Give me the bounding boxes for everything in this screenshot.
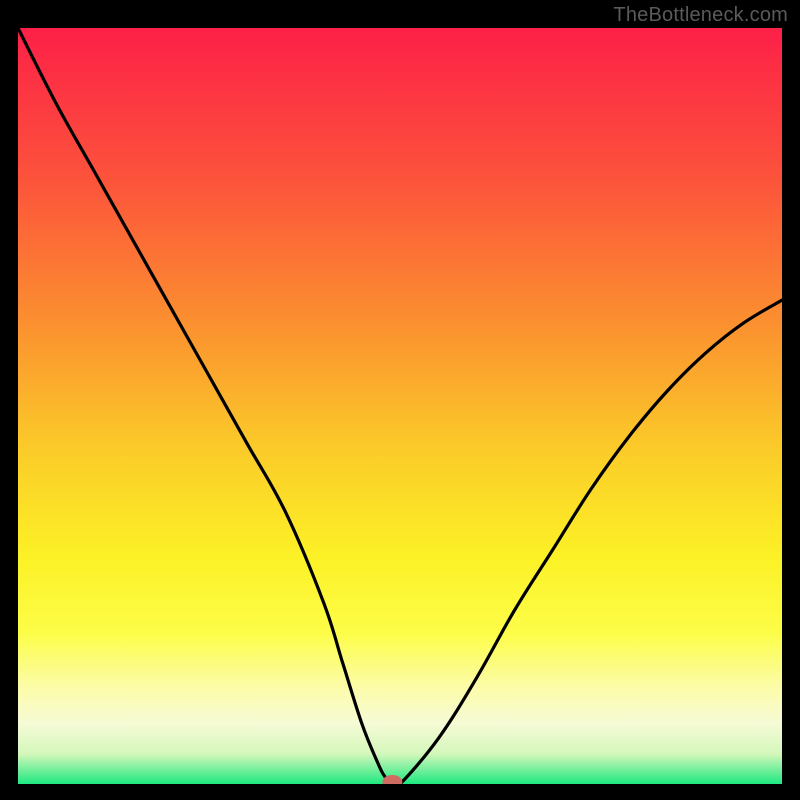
watermark-text: TheBottleneck.com: [613, 4, 788, 27]
bottleneck-curve-chart: [18, 28, 782, 784]
heatmap-gradient-bg: [18, 28, 782, 784]
